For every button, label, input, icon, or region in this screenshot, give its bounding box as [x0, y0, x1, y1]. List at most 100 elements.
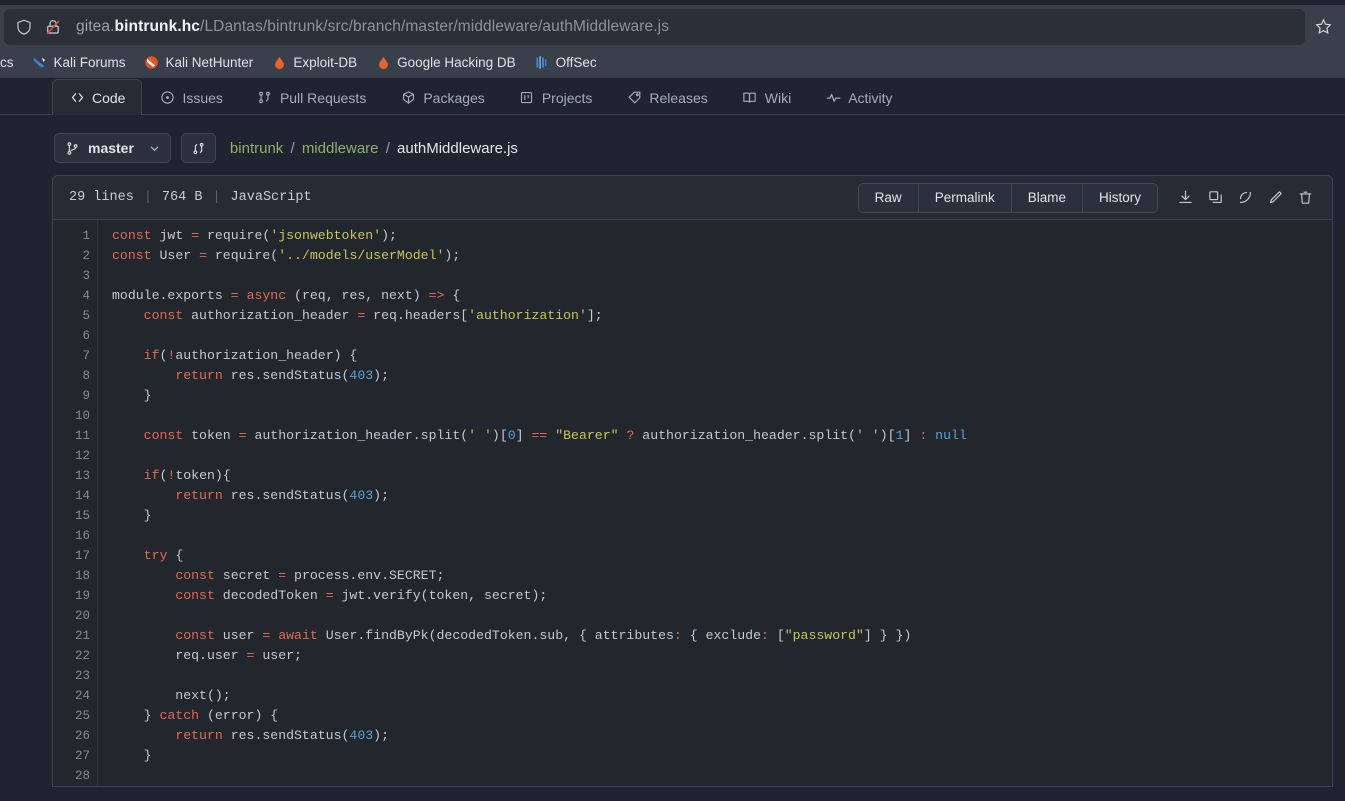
code-line: if(!authorization_header) { [112, 346, 1332, 366]
code-line: return res.sendStatus(403); [112, 486, 1332, 506]
bookmark-label: Exploit-DB [293, 55, 357, 70]
code-token: ]; [587, 308, 603, 323]
breadcrumb-folder[interactable]: middleware [302, 140, 379, 157]
file-view-panel: 29 lines | 764 B | JavaScript Raw Permal… [52, 175, 1333, 787]
tab-wiki[interactable]: Wiki [725, 79, 808, 115]
code-token: } [112, 748, 152, 763]
code-token: 'jsonwebtoken' [270, 228, 381, 243]
tab-label: Code [92, 90, 125, 106]
code-line: if(!token){ [112, 466, 1332, 486]
line-number: 1 [53, 226, 97, 246]
permalink-button[interactable]: Permalink [919, 184, 1012, 212]
line-number: 15 [53, 506, 97, 526]
nethunter-icon [144, 55, 160, 71]
bookmark-label: cs [0, 55, 14, 70]
copy-icon[interactable] [1200, 184, 1230, 212]
code-viewer: 1234567891011121314151617181920212223242… [53, 220, 1332, 787]
bookmark-item[interactable]: Exploit-DB [262, 53, 366, 73]
google-hacking-db-icon [375, 55, 391, 71]
code-token: if [144, 468, 160, 483]
shield-icon[interactable] [14, 17, 34, 37]
line-number: 28 [53, 766, 97, 786]
code-token: => [429, 288, 445, 303]
line-number: 11 [53, 426, 97, 446]
broken-lock-icon[interactable] [43, 17, 63, 37]
compare-button[interactable] [181, 133, 216, 163]
url-text[interactable]: gitea.bintrunk.hc/LDantas/bintrunk/src/b… [72, 18, 1295, 36]
tab-releases[interactable]: Releases [609, 79, 724, 115]
line-number: 20 [53, 606, 97, 626]
line-number: 7 [53, 346, 97, 366]
code-token: 'authorization' [468, 308, 587, 323]
file-language: JavaScript [231, 190, 312, 205]
tab-packages[interactable]: Packages [383, 79, 501, 115]
tab-label: Releases [649, 90, 707, 106]
code-content[interactable]: const jwt = require('jsonwebtoken'); cons… [98, 220, 1332, 787]
edit-pencil-icon[interactable] [1260, 184, 1290, 212]
tab-activity[interactable]: Activity [808, 79, 909, 115]
code-line [112, 766, 1332, 786]
code-token: const [112, 248, 152, 263]
code-token [112, 368, 175, 383]
code-token: } [112, 508, 152, 523]
code-line [112, 266, 1332, 286]
code-token: User.findByPk(decodedToken.sub, { attrib… [318, 628, 674, 643]
tab-code[interactable]: Code [52, 79, 142, 115]
tab-pull-requests[interactable]: Pull Requests [240, 79, 383, 115]
code-token: = [191, 228, 199, 243]
branch-selector[interactable]: master [54, 133, 171, 163]
code-line: } [112, 746, 1332, 766]
code-token: ] } }) [864, 628, 911, 643]
code-token [927, 428, 935, 443]
file-action-button-group: Raw Permalink Blame History [858, 183, 1158, 213]
breadcrumb-separator: / [386, 140, 390, 157]
code-line: const jwt = require('jsonwebtoken'); [112, 226, 1332, 246]
code-token: jwt.verify(token, secret); [334, 588, 548, 603]
breadcrumb-repo[interactable]: bintrunk [230, 140, 283, 157]
tab-projects[interactable]: Projects [502, 79, 610, 115]
code-line: } [112, 386, 1332, 406]
bookmark-item[interactable]: cs [0, 53, 23, 72]
bookmark-item[interactable]: Google Hacking DB [366, 53, 525, 73]
url-bar-row: gitea.bintrunk.hc/LDantas/bintrunk/src/b… [0, 0, 1345, 48]
blame-button[interactable]: Blame [1012, 184, 1083, 212]
raw-button[interactable]: Raw [859, 184, 919, 212]
rss-icon[interactable] [1230, 184, 1260, 212]
code-token: authorization_header [183, 308, 357, 323]
bookmark-item[interactable]: Kali NetHunter [135, 53, 263, 73]
code-token: catch [159, 708, 199, 723]
code-token: } [112, 388, 152, 403]
download-icon[interactable] [1170, 184, 1200, 212]
bookmark-item[interactable]: OffSec [525, 53, 606, 73]
code-token: { [167, 548, 183, 563]
code-token: 403 [349, 488, 373, 503]
code-line: } catch (error) { [112, 706, 1332, 726]
code-token: )[ [880, 428, 896, 443]
code-token: decodedToken [215, 588, 326, 603]
code-token: authorization_header.split( [247, 428, 469, 443]
breadcrumb-file: authMiddleware.js [397, 140, 518, 157]
code-line: const authorization_header = req.headers… [112, 306, 1332, 326]
code-token: async [247, 288, 287, 303]
code-token: res.sendStatus( [223, 368, 350, 383]
bookmark-star-icon[interactable] [1305, 9, 1341, 45]
code-token [112, 568, 175, 583]
code-line: const decodedToken = jwt.verify(token, s… [112, 586, 1332, 606]
code-token: ] [516, 428, 532, 443]
breadcrumb-row: master bintrunk / middleware / authMiddl… [0, 115, 1345, 167]
line-number: 12 [53, 446, 97, 466]
code-token: process.env.SECRET; [286, 568, 444, 583]
line-number: 25 [53, 706, 97, 726]
bookmark-item[interactable]: Kali Forums [23, 53, 135, 73]
tab-issues[interactable]: Issues [142, 79, 239, 115]
address-bar[interactable]: gitea.bintrunk.hc/LDantas/bintrunk/src/b… [4, 9, 1305, 45]
delete-trash-icon[interactable] [1290, 184, 1320, 212]
code-line: return res.sendStatus(403); [112, 726, 1332, 746]
code-token: (req, res, next) [286, 288, 428, 303]
history-button[interactable]: History [1083, 184, 1157, 212]
code-token: } [112, 708, 159, 723]
code-token: = [278, 568, 286, 583]
code-token [112, 468, 144, 483]
code-token [112, 488, 175, 503]
line-number: 26 [53, 726, 97, 746]
